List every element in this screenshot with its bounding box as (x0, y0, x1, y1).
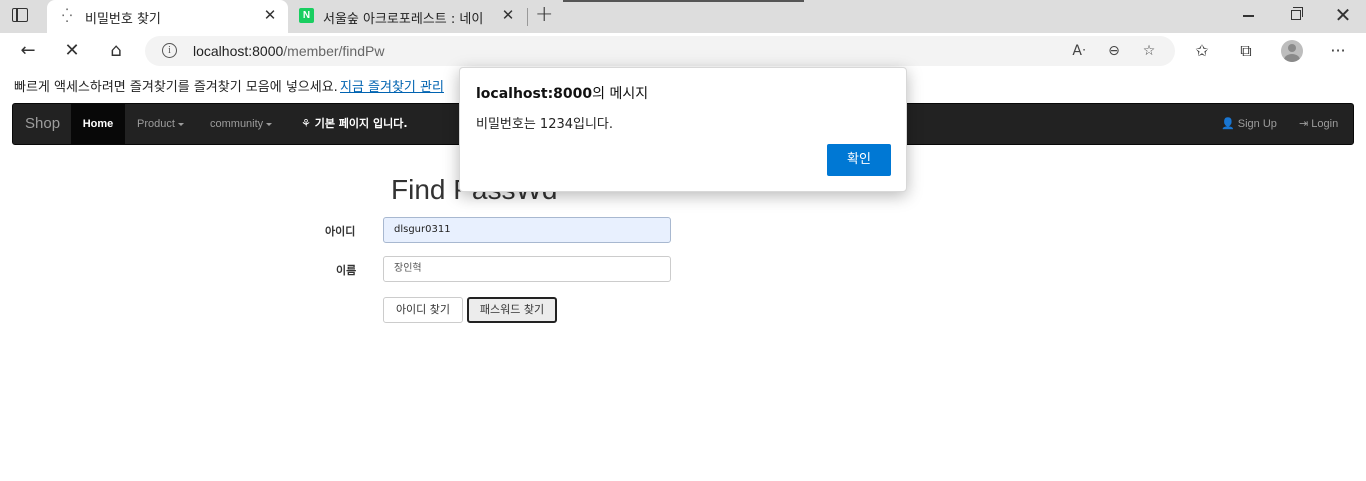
manage-favorites-link[interactable]: 지금 즐겨찾기 관리 (340, 76, 444, 95)
home-icon[interactable]: ⌂ (106, 41, 126, 61)
browser-toolbar: ← ✕ ⌂ i localhost:8000/member/findPw Aᐧ … (0, 33, 1366, 69)
minimize-icon[interactable] (1243, 15, 1254, 17)
window-close-icon[interactable]: ✕ (1334, 5, 1352, 25)
favorites-icon[interactable]: ✩ (1192, 41, 1212, 61)
name-input[interactable]: 장인혁 (383, 256, 671, 282)
id-label: 아이디 (325, 225, 356, 238)
info-icon[interactable]: i (162, 43, 177, 58)
dialog-title-suffix: 의 메시지 (592, 86, 649, 102)
close-icon[interactable]: ✕ (500, 7, 516, 23)
dialog-message: 비밀번호는 1234입니다. (476, 117, 614, 132)
more-icon[interactable]: ··· (1328, 41, 1348, 61)
alert-dialog: localhost:8000의 메시지 비밀번호는 1234입니다. 확인 (459, 67, 907, 192)
new-tab-icon[interactable]: + (535, 4, 553, 26)
tab-naver[interactable]: N 서울숲 아크로포레스트 : 네이버 ✕ (290, 0, 526, 33)
user-icon: 👤 (1221, 118, 1235, 130)
nav-signup-label: Sign Up (1237, 118, 1277, 130)
zoom-out-icon[interactable]: ⊖ (1105, 42, 1123, 60)
id-input[interactable]: dlsgur0311 (383, 217, 671, 243)
close-icon[interactable]: ✕ (262, 7, 278, 23)
profile-icon[interactable] (1281, 40, 1303, 62)
restore-icon[interactable] (1291, 7, 1303, 20)
tab-find-password[interactable]: ⁛ 비밀번호 찾기 ✕ (47, 0, 288, 33)
stop-icon[interactable]: ✕ (62, 41, 82, 61)
name-label: 이름 (336, 264, 357, 277)
nav-login-label: Login (1311, 118, 1339, 130)
dialog-title: localhost:8000의 메시지 (476, 83, 648, 103)
loading-bar (563, 0, 804, 2)
nav-product-label: Product (137, 118, 175, 130)
read-aloud-icon[interactable]: Aᐧ (1070, 42, 1088, 60)
url-text[interactable]: localhost:8000/member/findPw (193, 43, 384, 59)
tab-actions-icon[interactable] (12, 8, 28, 22)
dialog-origin: localhost:8000 (476, 86, 593, 102)
nav-community[interactable]: community (210, 104, 273, 144)
nav-home[interactable]: Home (71, 104, 125, 144)
naver-favicon-icon: N (299, 8, 314, 23)
brand-link[interactable]: Shop (25, 115, 60, 132)
nav-login[interactable]: ⇥ Login (1299, 104, 1338, 144)
nav-notice-label: 기본 페이지 입니다. (314, 117, 408, 130)
nav-signup[interactable]: 👤 Sign Up (1221, 104, 1277, 144)
find-id-button[interactable]: 아이디 찾기 (383, 297, 463, 323)
seedling-icon: ⚘ (301, 117, 311, 130)
nav-home-label: Home (82, 118, 114, 130)
back-arrow-icon[interactable]: ← (18, 41, 38, 61)
tab-title: 서울숲 아크로포레스트 : 네이버 (323, 12, 483, 27)
login-icon: ⇥ (1299, 118, 1309, 130)
address-bar[interactable]: i localhost:8000/member/findPw Aᐧ ⊖ ☆ (145, 36, 1175, 66)
collections-icon[interactable]: ⧉ (1236, 41, 1256, 61)
add-favorite-icon[interactable]: ☆ (1140, 42, 1158, 60)
nav-notice: ⚘ 기본 페이지 입니다. (301, 104, 408, 144)
favorites-hint: 빠르게 액세스하려면 즐겨찾기를 즐겨찾기 모음에 넣으세요. (14, 80, 338, 95)
caret-down-icon (177, 122, 184, 126)
loading-icon: ⁛ (61, 9, 73, 24)
tab-strip: ⁛ 비밀번호 찾기 ✕ N 서울숲 아크로포레스트 : 네이버 ✕ + ✕ (0, 0, 1366, 33)
ok-button[interactable]: 확인 (827, 144, 891, 176)
tab-divider (527, 8, 528, 26)
find-password-button[interactable]: 패스워드 찾기 (467, 297, 557, 323)
tab-title: 비밀번호 찾기 (85, 12, 161, 27)
nav-product[interactable]: Product (137, 104, 184, 144)
nav-community-label: community (210, 118, 264, 130)
caret-down-icon (266, 122, 273, 126)
